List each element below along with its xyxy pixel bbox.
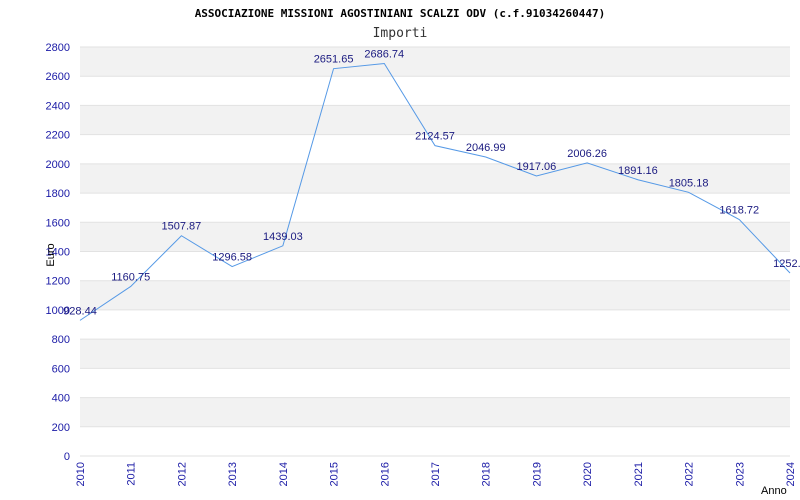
x-tick-label: 2011 — [126, 462, 138, 486]
x-tick-label: 2021 — [633, 462, 645, 486]
x-tick-label: 2020 — [582, 462, 594, 486]
data-label: 1507.87 — [162, 221, 202, 233]
chart-subtitle: Importi — [373, 26, 428, 41]
x-tick-label: 2018 — [481, 462, 493, 486]
data-label: 2006.26 — [567, 148, 607, 160]
x-tick-label: 2022 — [684, 462, 696, 486]
grid-bands — [80, 47, 790, 427]
data-label: 928.44 — [63, 305, 97, 317]
y-tick-label: 2000 — [46, 159, 70, 171]
data-label: 1296.58 — [212, 252, 252, 264]
data-label: 1439.03 — [263, 231, 303, 243]
x-tick-label: 2013 — [227, 462, 239, 486]
y-tick-label: 1800 — [46, 188, 70, 200]
y-tick-label: 200 — [52, 422, 70, 434]
y-tick-label: 1600 — [46, 217, 70, 229]
x-tick-label: 2019 — [531, 462, 543, 486]
x-axis-ticks: 2010 2011 2012 2013 2014 2015 2016 2017 2018 2019… — [75, 462, 797, 486]
y-tick-label: 0 — [64, 451, 70, 463]
y-tick-label: 400 — [52, 393, 70, 405]
x-tick-label: 2012 — [176, 462, 188, 486]
y-axis-label: Euro — [45, 243, 57, 266]
y-tick-label: 600 — [52, 363, 70, 375]
data-label: 2046.99 — [466, 142, 506, 154]
data-label: 2124.57 — [415, 131, 455, 143]
data-label: 2651.65 — [314, 54, 354, 66]
data-label: 1891.16 — [618, 165, 658, 177]
y-tick-label: 2200 — [46, 130, 70, 142]
data-label: 1917.06 — [517, 161, 557, 173]
data-label: 1252.8 — [773, 258, 800, 270]
y-tick-label: 2600 — [46, 71, 70, 83]
x-tick-label: 2017 — [430, 462, 442, 486]
x-tick-label: 2024 — [785, 462, 797, 486]
data-label: 2686.74 — [364, 49, 404, 61]
y-tick-label: 1200 — [46, 276, 70, 288]
chart-title: ASSOCIAZIONE MISSIONI AGOSTINIANI SCALZI… — [195, 7, 606, 20]
grid-band — [80, 339, 790, 369]
x-tick-label: 2016 — [379, 462, 391, 486]
grid-band — [80, 397, 790, 427]
grid-band — [80, 280, 790, 310]
data-label: 1805.18 — [669, 177, 709, 189]
x-tick-label: 2015 — [329, 462, 341, 486]
x-tick-label: 2010 — [75, 462, 87, 486]
data-label: 1160.75 — [111, 271, 150, 283]
data-label: 1618.72 — [719, 205, 759, 217]
x-tick-label: 2014 — [278, 462, 290, 486]
line-chart: 0200400600800100012001400160018002000220… — [45, 7, 800, 497]
x-tick-label: 2023 — [734, 462, 746, 486]
grid-band — [80, 47, 790, 77]
y-tick-label: 2400 — [46, 100, 70, 112]
y-tick-label: 800 — [52, 334, 70, 346]
x-axis-label: Anno — [761, 485, 787, 497]
y-tick-label: 2800 — [46, 42, 70, 54]
